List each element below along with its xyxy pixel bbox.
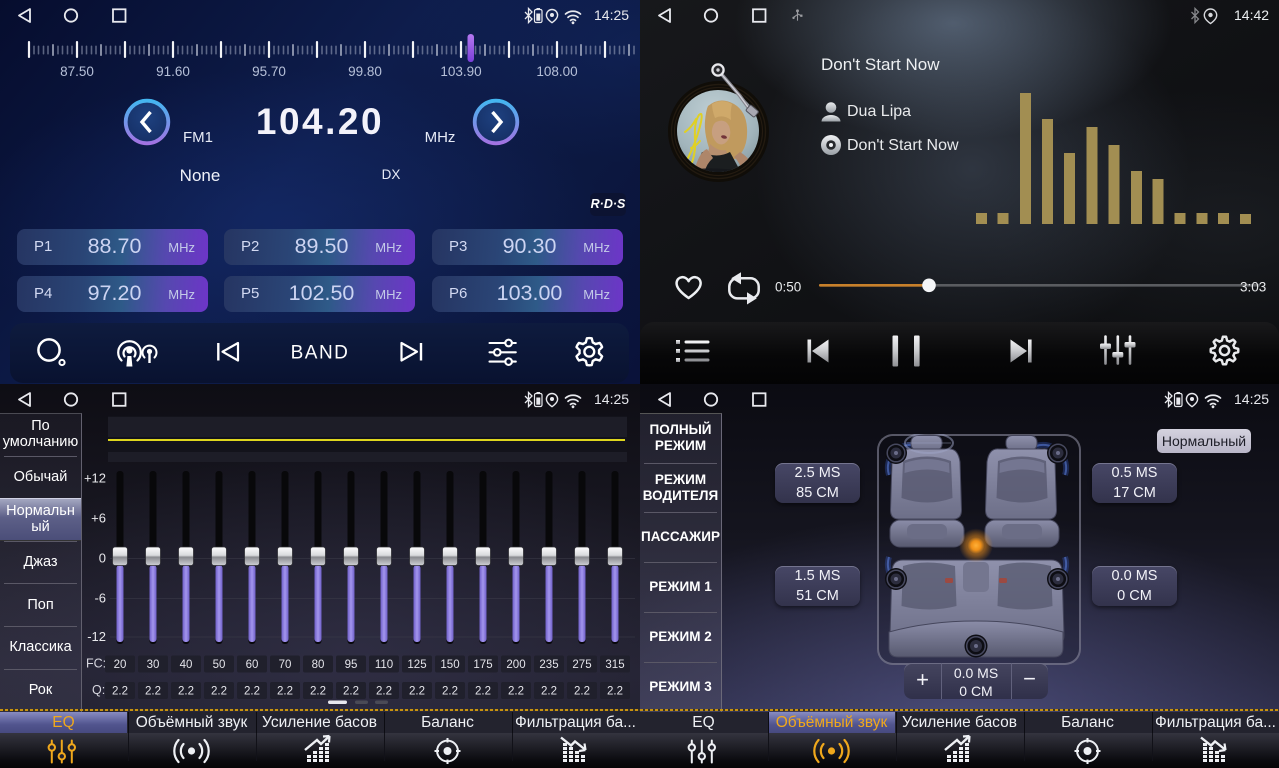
svg-text:200: 200 (506, 659, 525, 671)
svg-text:95.70: 95.70 (252, 64, 286, 79)
svg-text:95: 95 (345, 659, 358, 671)
svg-text:2.2: 2.2 (310, 686, 326, 698)
svg-text:FC:: FC: (86, 657, 106, 671)
svg-text:Q:: Q: (92, 683, 105, 697)
svg-text:40: 40 (180, 659, 193, 671)
svg-text:80: 80 (312, 659, 325, 671)
svg-text:2.2: 2.2 (112, 686, 128, 698)
svg-text:2.2: 2.2 (409, 686, 425, 698)
svg-text:175: 175 (473, 659, 492, 671)
svg-text:50: 50 (213, 659, 226, 671)
svg-text:91.60: 91.60 (156, 64, 190, 79)
svg-text:87.50: 87.50 (60, 64, 94, 79)
svg-text:60: 60 (246, 659, 259, 671)
svg-text:70: 70 (279, 659, 292, 671)
svg-text:2.2: 2.2 (211, 686, 227, 698)
svg-text:2.2: 2.2 (376, 686, 392, 698)
svg-text:103.90: 103.90 (440, 64, 481, 79)
svg-text:2.2: 2.2 (178, 686, 194, 698)
svg-text:2.2: 2.2 (541, 686, 557, 698)
svg-text:315: 315 (605, 659, 624, 671)
svg-text:2.2: 2.2 (508, 686, 524, 698)
svg-text:110: 110 (375, 659, 393, 671)
svg-text:BAND: BAND (291, 343, 350, 364)
svg-text:150: 150 (440, 659, 459, 671)
svg-text:30: 30 (147, 659, 160, 671)
svg-text:99.80: 99.80 (348, 64, 382, 79)
svg-text:125: 125 (407, 659, 426, 671)
svg-text:2.2: 2.2 (607, 686, 623, 698)
svg-text:0:50: 0:50 (775, 280, 801, 295)
svg-text:235: 235 (539, 659, 558, 671)
svg-text:3:03: 3:03 (1240, 280, 1266, 295)
svg-text:2.2: 2.2 (475, 686, 491, 698)
svg-text:2.2: 2.2 (343, 686, 359, 698)
svg-text:2.2: 2.2 (244, 686, 260, 698)
svg-text:2.2: 2.2 (574, 686, 590, 698)
svg-text:108.00: 108.00 (536, 64, 577, 79)
svg-text:275: 275 (572, 659, 591, 671)
svg-text:2.2: 2.2 (277, 686, 293, 698)
svg-text:2.2: 2.2 (442, 686, 458, 698)
svg-text:20: 20 (114, 659, 127, 671)
svg-text:2.2: 2.2 (145, 686, 161, 698)
svg-text:14:25: 14:25 (1234, 391, 1269, 407)
